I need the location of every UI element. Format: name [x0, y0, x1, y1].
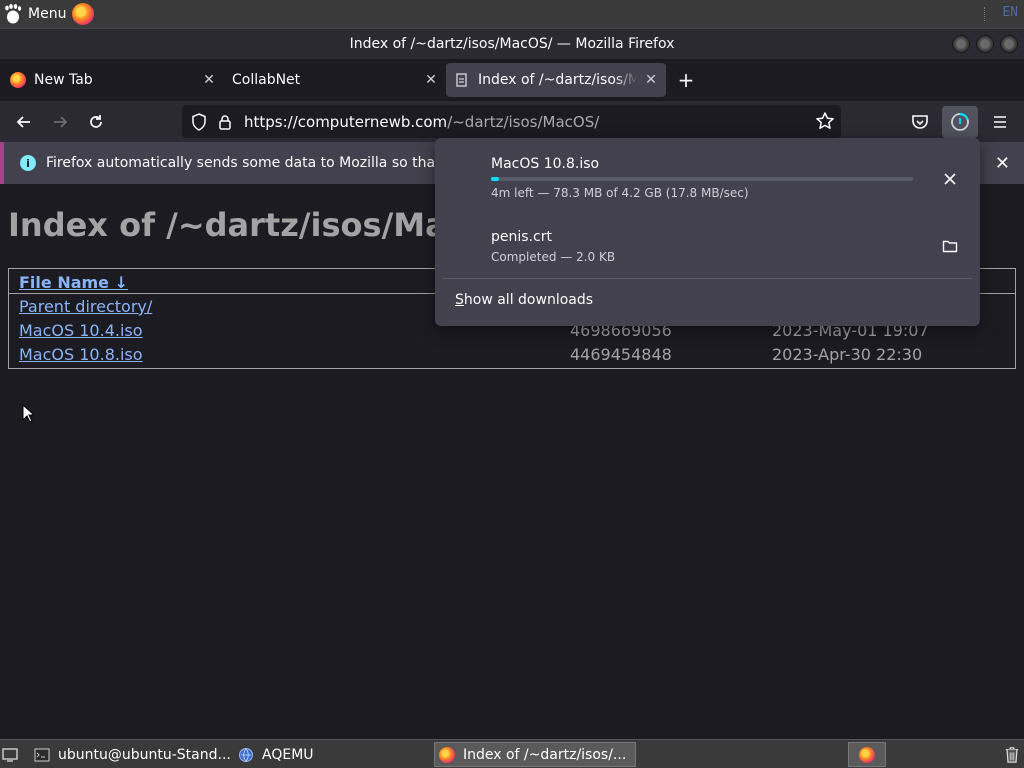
folder-icon: [942, 240, 958, 253]
terminal-icon: [34, 748, 50, 761]
close-tab-icon[interactable]: ✕: [202, 72, 216, 88]
maximize-button[interactable]: [976, 35, 994, 53]
url-host: https://computernewb.com: [244, 112, 448, 131]
navigation-toolbar: https://computernewb.com/~dartz/isos/Mac…: [0, 101, 1024, 142]
toolbar-right: [900, 101, 1024, 142]
arrow-left-icon: [16, 115, 30, 128]
parent-directory-link[interactable]: Parent directory/: [19, 297, 152, 316]
reload-button[interactable]: [78, 106, 114, 138]
trash-icon: [1005, 746, 1019, 763]
gnome-foot-icon: [5, 4, 22, 24]
hamburger-menu-icon: [994, 115, 1006, 128]
page-icon: [456, 73, 467, 87]
taskbar-item-firefox[interactable]: Index of /~dartz/isos/...: [434, 742, 636, 767]
firefox-launcher-icon[interactable]: [72, 3, 95, 25]
pocket-button[interactable]: [902, 106, 938, 138]
tab-label: CollabNet: [232, 72, 301, 88]
workspace-switcher[interactable]: [848, 742, 886, 767]
column-header-file-name[interactable]: File Name ↓: [19, 273, 128, 292]
forward-button[interactable]: [42, 106, 78, 138]
file-size: 4469454848: [570, 345, 672, 364]
close-tab-icon[interactable]: ✕: [644, 72, 658, 88]
menu-label: Menu: [28, 6, 67, 22]
bottom-taskbar: ubuntu@ubuntu-Stand... AQEMU Index of /~…: [0, 739, 1024, 768]
download-progress-bar: [491, 177, 913, 181]
downloads-button[interactable]: [942, 105, 978, 138]
taskbar-item-label: ubuntu@ubuntu-Stand...: [58, 746, 231, 763]
tracking-protection-icon[interactable]: [188, 112, 210, 132]
mouse-cursor-icon: [22, 404, 34, 423]
downloads-panel: MacOS 10.8.iso 4m left — 78.3 MB of 4.2 …: [435, 138, 980, 326]
download-progress-icon: [951, 112, 969, 131]
access-key: S: [455, 292, 464, 308]
window-titlebar[interactable]: Index of /~dartz/isos/MacOS/ — Mozilla F…: [0, 28, 1024, 59]
desktop-icon: [2, 747, 18, 762]
tab-collabnet[interactable]: CollabNet ✕: [224, 63, 446, 97]
firefox-icon: [439, 746, 455, 763]
firefox-icon: [859, 746, 875, 763]
notification-text: Firefox automatically sends some data to…: [46, 155, 466, 171]
download-item[interactable]: MacOS 10.8.iso 4m left — 78.3 MB of 4.2 …: [435, 144, 980, 214]
keyboard-layout-indicator[interactable]: EN: [1002, 5, 1018, 20]
download-filename: MacOS 10.8.iso: [491, 156, 600, 172]
download-progress-fill: [491, 177, 500, 181]
tab-index-of-macos[interactable]: Index of /~dartz/isos/MacOS/ ✕: [446, 63, 666, 97]
panel-separator: [984, 7, 986, 21]
taskbar-item-label: Index of /~dartz/isos/...: [463, 746, 627, 763]
tab-label: Index of /~dartz/isos/MacOS/: [478, 72, 638, 88]
applications-menu-button[interactable]: Menu: [0, 0, 100, 28]
close-notification-icon[interactable]: ✕: [995, 153, 1010, 174]
table-row: MacOS 10.8.iso 4469454848 2023-Apr-30 22…: [9, 345, 1015, 367]
trash-button[interactable]: [1000, 742, 1024, 767]
file-link[interactable]: MacOS 10.4.iso: [19, 321, 143, 340]
cancel-download-button[interactable]: [940, 169, 960, 189]
back-button[interactable]: [6, 106, 42, 138]
lock-icon[interactable]: [214, 112, 236, 132]
info-icon: i: [20, 155, 36, 171]
tab-new-tab[interactable]: New Tab ✕: [2, 63, 224, 97]
url-path: /~dartz/isos/MacOS/: [447, 112, 600, 131]
pocket-icon: [912, 114, 928, 129]
new-tab-button[interactable]: +: [666, 63, 706, 97]
arrow-right-icon: [54, 115, 68, 128]
taskbar-item-aqemu[interactable]: AQEMU: [234, 742, 429, 767]
qemu-icon: [239, 747, 253, 762]
show-all-downloads-button[interactable]: Show all downloads: [455, 292, 593, 308]
app-menu-button[interactable]: [982, 106, 1018, 138]
download-status: 4m left — 78.3 MB of 4.2 GB (17.8 MB/sec…: [491, 186, 749, 200]
url-bar[interactable]: https://computernewb.com/~dartz/isos/Mac…: [182, 105, 841, 138]
show-all-downloads-label: how all downloads: [463, 292, 594, 308]
file-link[interactable]: MacOS 10.8.iso: [19, 345, 143, 364]
taskbar-item-terminal[interactable]: ubuntu@ubuntu-Stand...: [30, 742, 231, 767]
cancel-icon: [944, 173, 956, 185]
url-text[interactable]: https://computernewb.com/~dartz/isos/Mac…: [244, 113, 599, 131]
download-filename: penis.crt: [491, 229, 552, 245]
system-top-panel: Menu EN: [0, 0, 1024, 28]
show-in-folder-button[interactable]: [940, 236, 960, 256]
downloads-divider: [443, 278, 972, 279]
show-desktop-button[interactable]: [0, 742, 22, 767]
download-item[interactable]: penis.crt Completed — 2.0 KB: [435, 214, 980, 284]
close-tab-icon[interactable]: ✕: [424, 72, 438, 88]
tab-label: New Tab: [34, 72, 93, 88]
window-controls: [952, 35, 1018, 53]
reload-icon: [90, 114, 102, 128]
tab-strip: New Tab ✕ CollabNet ✕ Index of /~dartz/i…: [0, 59, 1024, 101]
window-title: Index of /~dartz/isos/MacOS/ — Mozilla F…: [349, 36, 675, 52]
file-date: 2023-Apr-30 22:30: [772, 345, 923, 364]
close-window-button[interactable]: [1000, 35, 1018, 53]
minimize-button[interactable]: [952, 35, 970, 53]
firefox-icon: [10, 72, 26, 88]
download-status: Completed — 2.0 KB: [491, 250, 616, 264]
bookmark-star-icon[interactable]: [815, 111, 835, 131]
taskbar-item-label: AQEMU: [262, 746, 314, 763]
